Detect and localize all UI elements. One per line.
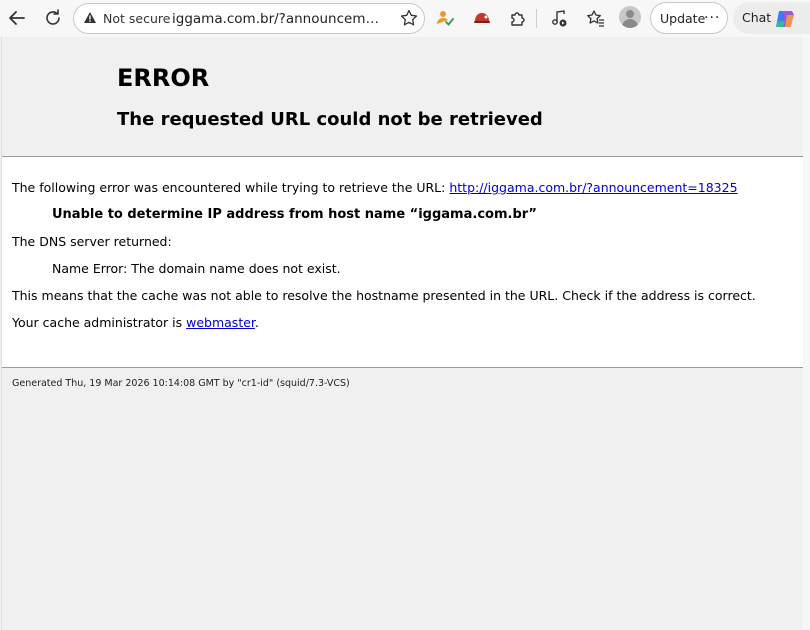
- warning-triangle-icon[interactable]: [83, 11, 97, 29]
- intro-text: The following error was encountered whil…: [12, 180, 450, 195]
- requested-url-link[interactable]: http://iggama.com.br/?announcement=18325: [449, 180, 737, 195]
- page-viewport: ERROR The requested URL could not be ret…: [1, 37, 804, 630]
- favorites-icon[interactable]: [583, 6, 607, 30]
- explanation-text: This means that the cache was not able t…: [12, 288, 756, 303]
- extensions-puzzle-icon[interactable]: [506, 6, 530, 30]
- address-bar[interactable]: Not secure iggama.com.br/?announcement=1…: [73, 3, 425, 34]
- intro-line: The following error was encountered whil…: [12, 180, 738, 195]
- admin-suffix: .: [254, 315, 259, 330]
- reload-icon[interactable]: [41, 6, 65, 30]
- helmet-extension-icon[interactable]: [470, 6, 494, 30]
- toolbar-divider: [536, 9, 537, 28]
- footer-divider: [2, 367, 804, 368]
- update-label: Update: [660, 10, 706, 26]
- favorite-star-icon[interactable]: [399, 8, 419, 32]
- dns-error: Name Error: The domain name does not exi…: [52, 261, 341, 276]
- copilot-icon: [773, 7, 797, 34]
- media-playlist-icon[interactable]: [547, 6, 571, 30]
- error-header: ERROR The requested URL could not be ret…: [2, 37, 804, 157]
- page-title: ERROR: [117, 64, 210, 92]
- admin-line: Your cache administrator is webmaster.: [12, 315, 259, 330]
- browser-toolbar: Not secure iggama.com.br/?announcement=1…: [0, 0, 810, 37]
- dns-label: The DNS server returned:: [12, 234, 172, 249]
- error-content: The following error was encountered whil…: [2, 157, 804, 367]
- chat-button[interactable]: Chat: [733, 2, 810, 34]
- page-subtitle: The requested URL could not be retrieved: [117, 109, 543, 130]
- scrollbar[interactable]: [803, 37, 810, 630]
- webmaster-link[interactable]: webmaster: [186, 315, 255, 330]
- back-arrow-icon[interactable]: [5, 6, 29, 30]
- profile-check-icon[interactable]: [433, 6, 457, 30]
- chat-label: Chat: [742, 10, 772, 25]
- error-message: Unable to determine IP address from host…: [52, 207, 537, 222]
- profile-avatar-icon[interactable]: [619, 6, 641, 28]
- admin-text: Your cache administrator is: [12, 315, 187, 330]
- generated-footer: Generated Thu, 19 Mar 2026 10:14:08 GMT …: [12, 378, 350, 389]
- more-options-icon: ···: [704, 10, 721, 26]
- update-button[interactable]: Update ···: [650, 2, 728, 34]
- url-text[interactable]: iggama.com.br/?announcement=18325: [172, 11, 382, 27]
- security-status-label[interactable]: Not secure: [103, 11, 170, 26]
